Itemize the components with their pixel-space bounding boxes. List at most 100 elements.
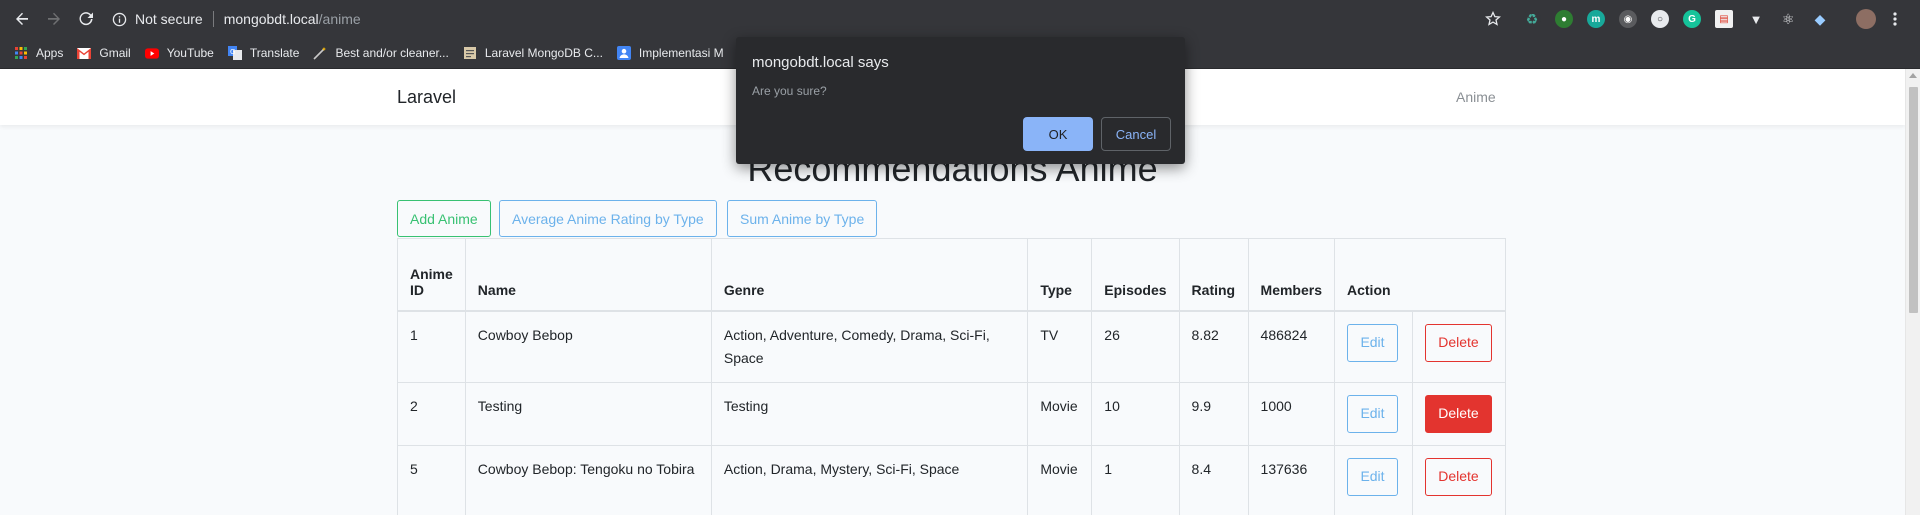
bookmark-label: Laravel MongoDB C... xyxy=(484,46,603,60)
edit-button[interactable]: Edit xyxy=(1347,394,1398,433)
table-row: 5 Cowboy Bebop: Tengoku no Tobira Action… xyxy=(397,444,1507,515)
cell-id: 5 xyxy=(397,444,466,515)
address-separator xyxy=(212,11,214,27)
header-action: Action xyxy=(1334,238,1506,312)
edit-button[interactable]: Edit xyxy=(1347,323,1398,362)
grammarly-icon[interactable]: G xyxy=(1683,10,1701,28)
bookmark-label: Implementasi M xyxy=(638,46,724,60)
page-scrollbar[interactable] xyxy=(1905,69,1920,515)
header-episodes: Episodes xyxy=(1091,238,1180,312)
delete-button[interactable]: Delete xyxy=(1424,457,1492,496)
header-members: Members xyxy=(1247,238,1336,312)
delete-button[interactable]: Delete xyxy=(1424,394,1492,433)
cell-edit: Edit xyxy=(1334,444,1413,515)
contact-icon xyxy=(616,46,631,60)
average-rating-button[interactable]: Average Anime Rating by Type xyxy=(499,200,717,237)
cell-edit: Edit xyxy=(1334,310,1413,383)
diamond-extension-icon[interactable]: ◆ xyxy=(1811,10,1829,28)
cell-delete: Delete xyxy=(1411,310,1507,383)
profile-avatar[interactable] xyxy=(1856,9,1876,29)
recycle-extension-icon[interactable]: ♻ xyxy=(1523,10,1541,28)
svg-text:G: G xyxy=(230,48,235,56)
cell-delete: Delete xyxy=(1411,381,1507,446)
cell-edit: Edit xyxy=(1334,381,1413,446)
cell-genre: Action, Adventure, Comedy, Drama, Sci-Fi… xyxy=(710,310,1029,383)
address-bar[interactable]: Not secure mongobdt.local/anime xyxy=(112,4,1520,34)
confirm-dialog: mongobdt.local says Are you sure? OK Can… xyxy=(736,37,1185,164)
cell-rating: 8.82 xyxy=(1178,310,1249,383)
cell-id: 2 xyxy=(397,381,466,446)
bookmark-youtube[interactable]: YouTube xyxy=(144,46,214,60)
bookmark-translate[interactable]: G Translate xyxy=(227,46,299,60)
header-name: Name xyxy=(464,238,712,312)
bookmark-label: Apps xyxy=(36,46,64,60)
header-genre: Genre xyxy=(710,238,1029,312)
edit-button[interactable]: Edit xyxy=(1347,457,1398,496)
anime-table: Anime ID Name Genre Type Episodes Rating … xyxy=(397,238,1507,515)
dialog-title: mongobdt.local says xyxy=(752,54,889,71)
back-arrow-icon xyxy=(16,12,28,25)
owl-extension-icon[interactable]: ◉ xyxy=(1619,10,1637,28)
m-extension-icon[interactable]: m xyxy=(1587,10,1605,28)
translate-icon: G xyxy=(227,46,242,60)
dialog-cancel-button[interactable]: Cancel xyxy=(1101,117,1171,151)
dialog-ok-button[interactable]: OK xyxy=(1023,117,1093,151)
cell-name: Testing xyxy=(464,381,712,446)
bookmark-best-cleaner[interactable]: Best and/or cleaner... xyxy=(313,46,449,60)
security-label: Not secure xyxy=(135,11,203,27)
cell-members: 1000 xyxy=(1247,381,1336,446)
green-extension-icon[interactable]: ● xyxy=(1555,10,1573,28)
bookmark-laravel-mongodb[interactable]: Laravel MongoDB C... xyxy=(463,46,603,60)
reload-button[interactable] xyxy=(74,7,98,31)
cell-episodes: 1 xyxy=(1091,444,1180,515)
extensions-bar: ♻ ● m ◉ ○ G ▤ ▼ ⚛ ◆ xyxy=(1523,9,1843,29)
add-anime-button[interactable]: Add Anime xyxy=(397,200,491,237)
bookmark-label: Best and/or cleaner... xyxy=(335,46,449,60)
cell-genre: Action, Drama, Mystery, Sci-Fi, Space xyxy=(710,444,1029,515)
back-button[interactable] xyxy=(10,7,34,31)
table-row: 1 Cowboy Bebop Action, Adventure, Comedy… xyxy=(397,310,1507,383)
forward-button[interactable] xyxy=(42,7,66,31)
cell-type: TV xyxy=(1027,310,1093,383)
url-path: /anime xyxy=(318,11,361,27)
gmail-icon xyxy=(77,46,92,60)
forward-arrow-icon xyxy=(48,12,60,25)
table-header-row: Anime ID Name Genre Type Episodes Rating … xyxy=(397,238,1506,312)
calendar-extension-icon[interactable]: ▤ xyxy=(1715,10,1733,28)
table-row: 2 Testing Testing Movie 10 9.9 1000 Edit… xyxy=(397,381,1507,446)
bookmark-label: YouTube xyxy=(166,46,214,60)
cell-id: 1 xyxy=(397,310,466,383)
scroll-up-arrow-icon[interactable] xyxy=(1909,73,1917,78)
info-icon[interactable] xyxy=(112,12,127,27)
header-type: Type xyxy=(1027,238,1093,312)
sum-anime-button[interactable]: Sum Anime by Type xyxy=(727,200,878,237)
menu-kebab-icon[interactable] xyxy=(1892,11,1898,27)
circle-extension-icon[interactable]: ○ xyxy=(1651,10,1669,28)
delete-button[interactable]: Delete xyxy=(1424,323,1492,362)
header-rating: Rating xyxy=(1178,238,1249,312)
page-icon xyxy=(463,46,477,60)
vue-devtools-icon[interactable]: ▼ xyxy=(1747,10,1765,28)
cell-type: Movie xyxy=(1027,444,1093,515)
header-anime-id: Anime ID xyxy=(397,238,466,312)
nav-link-anime[interactable]: Anime xyxy=(1456,89,1496,105)
cell-rating: 8.4 xyxy=(1178,444,1249,515)
cell-delete: Delete xyxy=(1411,444,1507,515)
bookmark-gmail[interactable]: Gmail xyxy=(77,46,131,60)
cell-episodes: 10 xyxy=(1091,381,1180,446)
bookmark-label: Gmail xyxy=(99,46,131,60)
cell-name: Cowboy Bebop xyxy=(464,310,712,383)
react-devtools-icon[interactable]: ⚛ xyxy=(1779,10,1797,28)
navbar-brand[interactable]: Laravel xyxy=(397,87,456,108)
bookmark-star-icon[interactable] xyxy=(1485,11,1501,27)
cell-episodes: 26 xyxy=(1091,310,1180,383)
reload-icon xyxy=(79,12,93,26)
youtube-icon xyxy=(144,46,159,60)
cell-members: 137636 xyxy=(1247,444,1336,515)
cell-rating: 9.9 xyxy=(1178,381,1249,446)
bookmark-apps[interactable]: Apps xyxy=(14,46,63,60)
bookmark-implementasi[interactable]: Implementasi M xyxy=(616,46,724,60)
cell-genre: Testing xyxy=(710,381,1029,446)
dialog-message: Are you sure? xyxy=(752,84,827,98)
scrollbar-thumb[interactable] xyxy=(1909,87,1918,313)
